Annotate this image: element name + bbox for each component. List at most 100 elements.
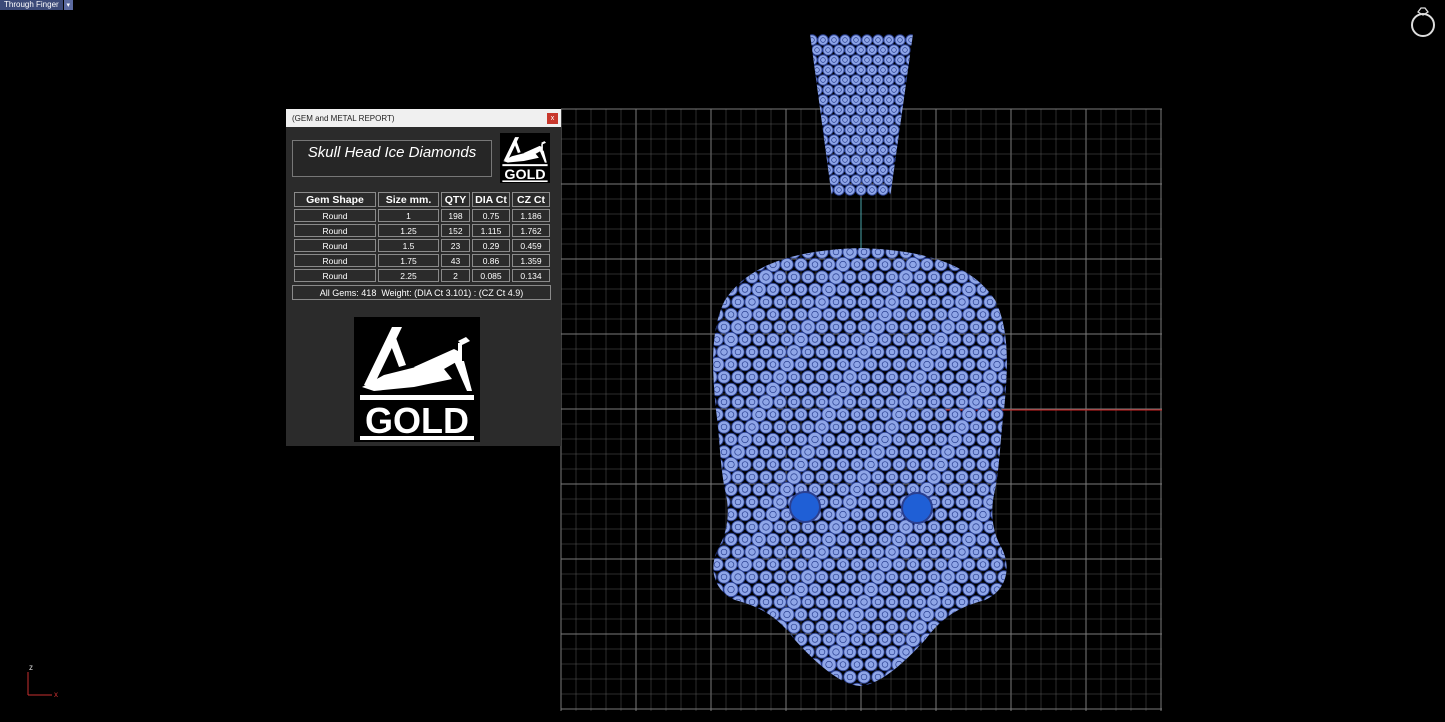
gem-stone: [976, 582, 990, 597]
gem-facet: [965, 261, 973, 268]
gem-facet: [1000, 248, 1007, 256]
gem-stone: [872, 134, 884, 146]
gem-facet: [965, 636, 973, 643]
gem-stone: [850, 307, 864, 322]
gem-stone: [934, 657, 948, 672]
gem-stone: [976, 557, 990, 572]
skull-pave-gems[interactable]: [703, 245, 1018, 697]
gem-stone: [927, 320, 941, 334]
gem-stone: [864, 607, 878, 622]
gem-stone: [983, 445, 997, 459]
gem-stone: [955, 620, 969, 634]
bail-gems[interactable]: [807, 34, 916, 196]
gem-stone: [933, 331, 949, 348]
gem-stone: [883, 54, 895, 66]
gem-stone: [822, 44, 834, 56]
gem-stone: [829, 570, 843, 584]
gem-stone: [989, 356, 1005, 373]
gem-stone: [877, 64, 889, 76]
cell-qty: 23: [441, 239, 470, 252]
gem-summary: All Gems: 418 Weight: (DIA Ct 3.101) : (…: [292, 285, 551, 300]
gem-stone: [861, 114, 873, 126]
gem-stone: [863, 581, 879, 598]
gem-stone: [885, 395, 899, 409]
gem-facet: [748, 648, 756, 656]
gem-stone: [822, 307, 836, 322]
viewport-canvas[interactable]: [0, 0, 1445, 722]
gem-stone: [808, 407, 822, 422]
gem-stone: [969, 595, 983, 609]
gem-stone: [822, 332, 836, 347]
gem-stone: [906, 532, 920, 547]
gem-stone: [948, 482, 962, 497]
gem-stone: [941, 370, 955, 384]
gem-stone: [982, 494, 998, 510]
cell-cz: 1.186: [512, 209, 550, 222]
gem-stone: [926, 344, 942, 360]
gem-stone: [906, 357, 920, 372]
gem-stone: [828, 154, 840, 166]
gem-stone: [822, 257, 836, 272]
gem-stone: [870, 444, 886, 460]
gem-stone: [839, 74, 851, 86]
gem-stone: [983, 545, 997, 559]
ring-icon[interactable]: [1407, 4, 1439, 38]
gem-stone: [871, 295, 885, 309]
gem-stone: [941, 520, 955, 534]
chevron-down-icon[interactable]: ▾: [63, 0, 73, 10]
gem-stone: [839, 154, 851, 166]
gem-stone: [810, 154, 818, 166]
gem-facet: [840, 687, 846, 693]
right-eye-gem[interactable]: [901, 492, 933, 524]
gem-stone: [885, 445, 899, 459]
gem-stone: [888, 44, 900, 56]
gem-stone: [787, 645, 801, 659]
gem-stone: [773, 420, 787, 434]
gem-stone: [941, 395, 955, 409]
gem-stone: [717, 395, 731, 409]
gem-stone: [954, 544, 970, 560]
gem-facet: [810, 177, 815, 183]
gem-stone: [861, 94, 873, 106]
gem-stone: [855, 124, 867, 136]
gem-stone: [822, 164, 834, 176]
gem-stone: [899, 184, 911, 196]
gem-stone: [962, 307, 976, 322]
gem-stone: [892, 432, 906, 447]
gem-facet: [909, 661, 917, 668]
gem-facet: [790, 248, 798, 256]
gem-stone: [997, 520, 1007, 534]
gem-stone: [821, 531, 837, 548]
gem-facet: [891, 187, 897, 193]
gem-stone: [871, 595, 885, 609]
gem-stone: [976, 482, 990, 497]
close-button[interactable]: x: [547, 112, 558, 124]
gem-metal-report-dialog[interactable]: (GEM and METAL REPORT) x Skull Head Ice …: [286, 109, 561, 446]
gem-stone: [713, 582, 724, 597]
gem-stone: [990, 657, 1004, 672]
left-eye-gem[interactable]: [789, 491, 821, 523]
gem-stone: [807, 681, 823, 686]
dialog-titlebar[interactable]: (GEM and METAL REPORT) x: [286, 109, 561, 127]
gem-stone: [850, 154, 862, 166]
gem-stone: [906, 582, 920, 597]
gem-stone: [808, 282, 822, 297]
gem-stone: [787, 270, 801, 284]
gem-stone: [969, 370, 983, 384]
viewport-tab[interactable]: Through Finger ▾: [0, 0, 73, 10]
viewport-tab-label[interactable]: Through Finger: [0, 0, 63, 10]
gem-stone: [899, 44, 911, 56]
gem-stone: [787, 570, 801, 584]
gem-stone: [850, 257, 864, 272]
gem-stone: [955, 270, 969, 284]
gem-stone: [863, 456, 879, 473]
gem-facet: [972, 623, 980, 631]
gem-facet: [814, 187, 820, 193]
gem-stone: [870, 319, 886, 335]
gem-stone: [969, 445, 983, 459]
gem-facet: [741, 661, 749, 668]
gem-facet: [972, 273, 980, 281]
gem-stone: [919, 356, 935, 373]
gem-facet: [986, 273, 994, 281]
gem-stone: [866, 184, 878, 196]
